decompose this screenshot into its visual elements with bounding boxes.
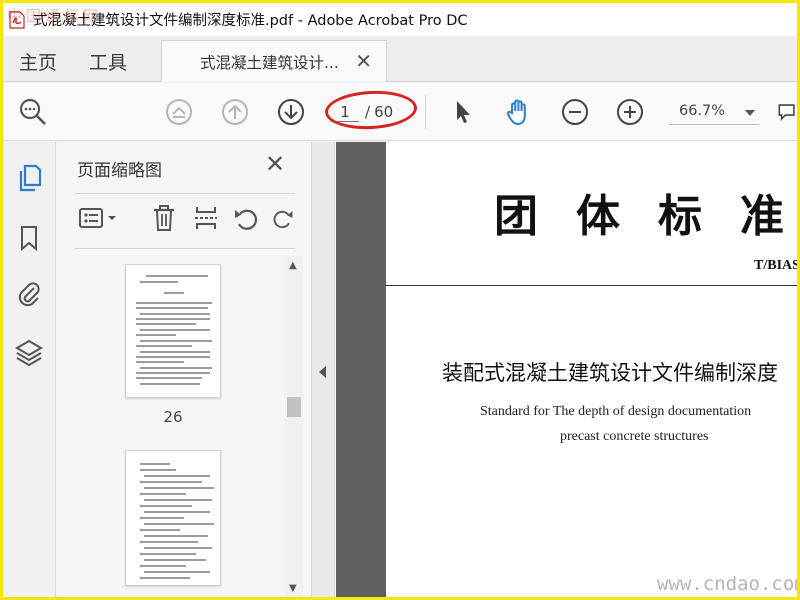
thumbnail-text-line [140,469,176,471]
standard-header: 团体标准 [494,191,797,242]
scroll-up-icon[interactable]: ▲ [289,260,297,271]
rotate-counterclockwise-icon[interactable] [231,202,261,234]
standard-code: T/BIAS [754,258,797,273]
close-tab-icon[interactable]: ✕ [355,49,372,73]
acrobat-window: 式混凝土建筑设计文件编制深度标准.pdf - Adobe Acrobat Pro… [3,3,797,597]
zoom-out-icon[interactable] [559,96,591,128]
document-title-en-line2: precast concrete structures [560,429,709,444]
thumbnail-text-line [136,334,176,336]
thumbnail-text-line [140,329,210,331]
close-panel-icon[interactable]: ✕ [265,150,285,178]
thumbnail-text-line [136,377,202,379]
thumbnail-text-line [136,323,196,325]
zoom-in-icon[interactable] [614,96,646,128]
menu-tab-bar: 主页 工具 式混凝土建筑设计... ✕ [3,36,797,82]
thumbnail-text-line [136,318,210,320]
thumbnail-text-line [140,565,186,567]
page-thumbnails-icon[interactable] [13,162,45,194]
layers-icon[interactable] [13,336,45,368]
page-thumbnail[interactable] [125,450,221,586]
thumbnail-text-line [140,517,184,519]
thumbnail-text-line [140,505,192,507]
thumbnail-text-line [140,340,212,342]
thumbnail-text-line [140,313,210,315]
insert-page-icon[interactable] [191,202,221,234]
thumbnail-options-icon[interactable] [77,202,121,234]
panel-divider [75,193,295,194]
select-cursor-icon[interactable] [447,96,479,128]
thumbnail-text-line [144,475,210,477]
thumbnail-text-line [144,559,206,561]
panel-title: 页面缩略图 [77,161,162,181]
title-bar: 式混凝土建筑设计文件编制深度标准.pdf - Adobe Acrobat Pro… [3,3,797,36]
thumbnail-text-line [140,529,180,531]
thumbnail-text-line [164,292,184,294]
thumbnail-text-line [140,553,196,555]
collapse-left-icon[interactable] [319,366,326,378]
thumbnail-scrollbar[interactable]: ▲ ▼ [285,256,303,597]
rotate-clockwise-icon[interactable] [271,202,295,234]
thumbnail-text-line [144,487,214,489]
thumbnail-text-line [144,511,210,513]
thumbnail-text-line [144,523,214,525]
left-navigation-rail [3,142,56,597]
toolbar: 1 / 60 66.7% [3,83,797,141]
document-tab[interactable]: 式混凝土建筑设计... ✕ [161,40,387,82]
thumbnail-text-line [136,361,184,363]
document-view[interactable]: 团体标准 T/BIAS 装配式混凝土建筑设计文件编制深度 Standard fo… [336,142,797,597]
toolbar-divider [425,95,426,129]
next-page-icon[interactable] [275,96,307,128]
thumbnail-text-line [140,463,170,465]
previous-page-icon[interactable] [219,96,251,128]
pdf-page: 团体标准 T/BIAS 装配式混凝土建筑设计文件编制深度 Standard fo… [386,142,797,597]
chevron-down-icon [745,110,755,116]
thumbnail-text-line [140,383,200,385]
red-highlight-ellipse [324,88,418,132]
thumbnail-text-line [136,302,212,304]
search-zoom-icon[interactable] [17,96,49,128]
thumbnail-text-line [140,541,198,543]
bookmarks-icon[interactable] [13,222,45,254]
thumbnail-text-line [140,577,190,579]
thumbnail-text-line [144,571,210,573]
attachments-icon[interactable] [13,278,45,310]
thumbnail-text-line [136,345,192,347]
thumbnail-text-line [140,367,212,369]
watermark-bottom-right: www.cndao.com [657,573,797,595]
delete-page-icon[interactable] [149,202,179,234]
scroll-down-icon[interactable]: ▼ [289,583,297,594]
zoom-level-dropdown[interactable]: 66.7% [669,101,759,125]
menu-home[interactable]: 主页 [19,48,57,75]
thumbnail-text-line [140,281,178,283]
first-page-icon[interactable] [163,96,195,128]
hand-tool-icon[interactable] [503,96,535,128]
thumbnail-text-line [136,372,210,374]
header-rule [386,285,797,286]
thumbnail-text-line [140,481,202,483]
thumbnail-text-line [144,535,208,537]
panel-collapse-bar[interactable] [311,142,335,597]
document-tab-label: 式混凝土建筑设计... [200,53,339,72]
thumbnail-text-line [144,547,212,549]
scrollbar-thumb[interactable] [287,397,301,417]
thumbnail-text-line [146,275,208,277]
document-title-cn: 装配式混凝土建筑设计文件编制深度 [442,361,778,385]
comment-icon[interactable] [777,96,797,128]
thumbnail-page-number: 26 [163,408,183,426]
panel-toolbar-divider [75,248,295,249]
thumbnail-text-line [144,499,212,501]
thumbnail-text-line [140,493,186,495]
page-thumbnail[interactable] [125,264,221,398]
watermark-top-left: 中国通标网 [7,7,103,25]
menu-tools[interactable]: 工具 [89,48,127,75]
page-thumbnails-panel: 页面缩略图 ✕ 26 ▲ ▼ [57,142,311,597]
thumbnail-text-line [136,356,210,358]
thumbnail-text-line [140,351,210,353]
thumbnail-text-line [136,307,208,309]
thumbnail-page-number: 27 [125,594,221,597]
document-title-en-line1: Standard for The depth of design documen… [480,404,752,419]
zoom-level-value: 66.7% [679,103,726,119]
